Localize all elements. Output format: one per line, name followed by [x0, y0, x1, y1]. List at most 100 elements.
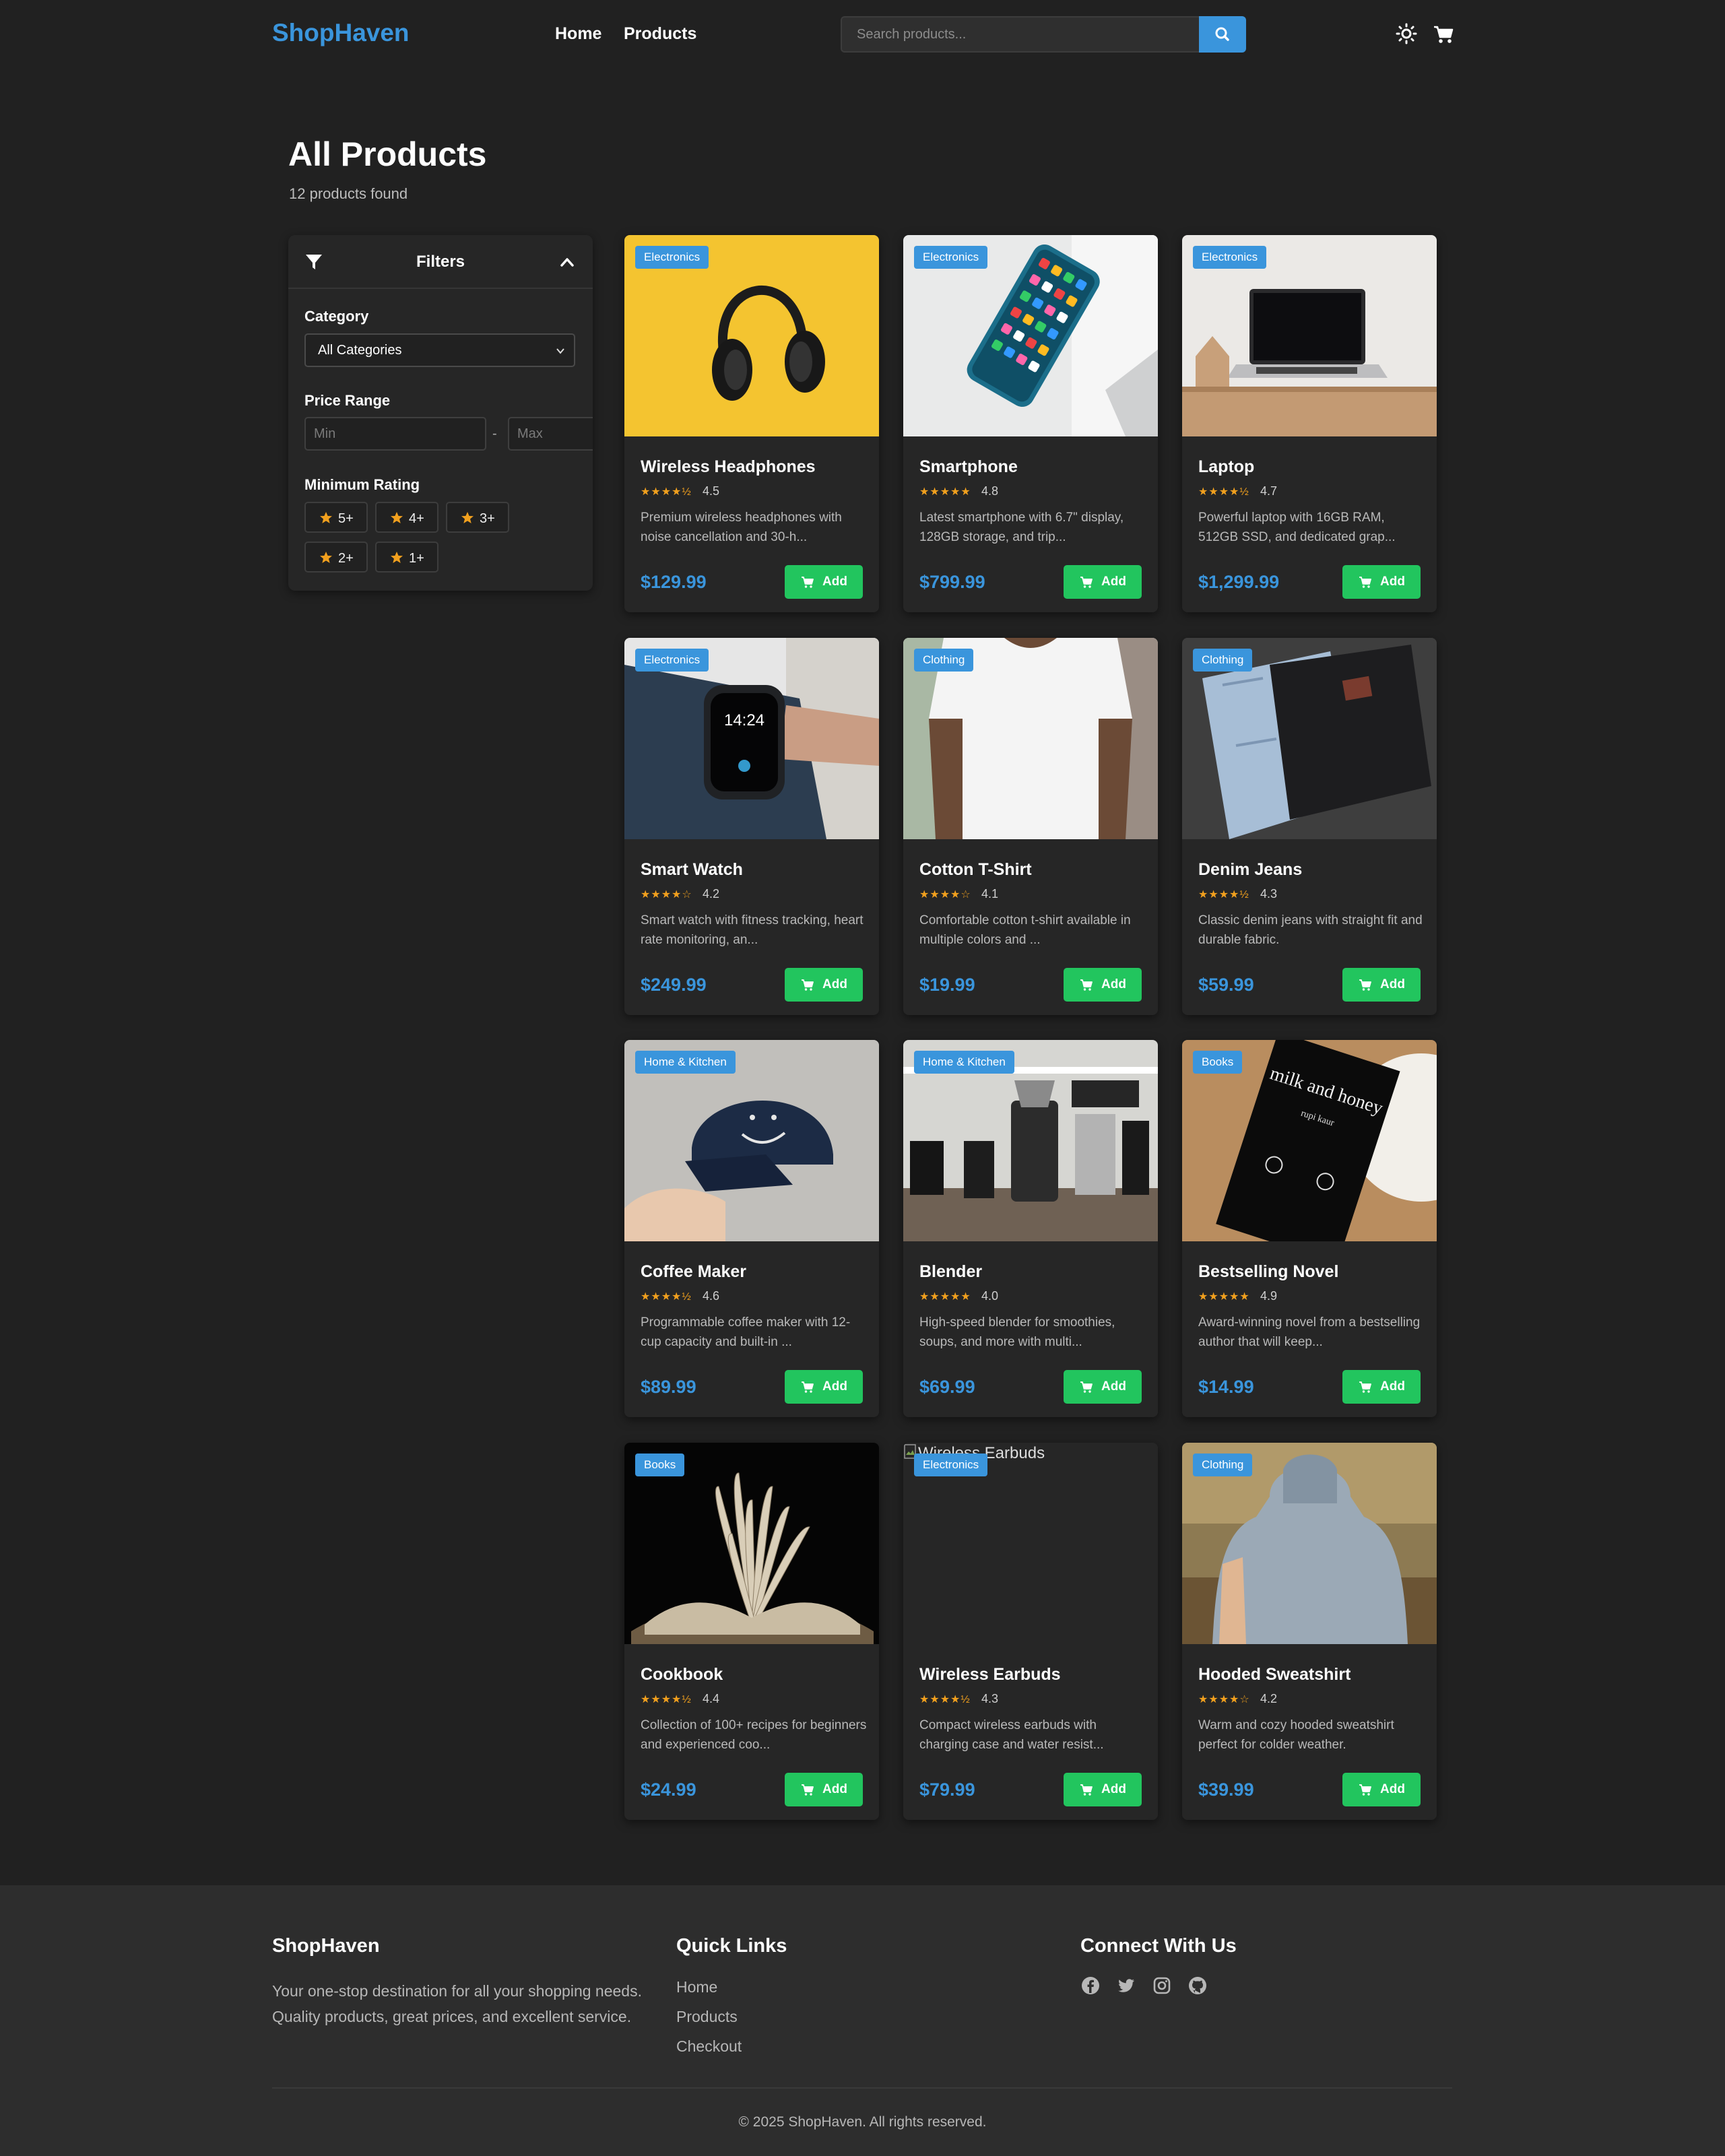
page-title: All Products — [288, 135, 487, 173]
add-to-cart-button[interactable]: Add — [1064, 565, 1142, 599]
product-card[interactable]: Electronics Laptop ★★★★½ 4.7 Powerful laptop… — [1182, 235, 1437, 612]
add-to-cart-button[interactable]: Add — [1342, 1370, 1421, 1404]
instagram-icon[interactable] — [1152, 1975, 1172, 1996]
add-to-cart-button[interactable]: Add — [785, 968, 863, 1002]
product-description: Comfortable cotton t-shirt available in … — [919, 913, 1131, 947]
product-description: Collection of 100+ recipes for beginners… — [641, 1718, 867, 1752]
product-price: $249.99 — [641, 975, 707, 995]
product-name[interactable]: Hooded Sweatshirt — [1198, 1665, 1350, 1685]
product-name[interactable]: Wireless Earbuds — [919, 1665, 1061, 1685]
shopping-cart-icon — [1359, 577, 1371, 588]
minimum-rating-label: Minimum Rating — [304, 476, 420, 493]
add-to-cart-button[interactable]: Add — [1342, 968, 1421, 1002]
add-to-cart-button[interactable]: Add — [1064, 1370, 1142, 1404]
star-rating-icon: ★★★★☆ — [641, 889, 692, 901]
product-card[interactable]: Home & Kitchen Blender ★★★★★ 4.0 High-speed … — [903, 1040, 1158, 1417]
product-name[interactable]: Coffee Maker — [641, 1262, 746, 1282]
product-description: Latest smartphone with 6.7" display, 128… — [919, 511, 1124, 544]
product-rating: 4.9 — [1260, 1289, 1278, 1303]
rating-filter-button[interactable]: 2+ — [304, 542, 368, 573]
product-name[interactable]: Cotton T-Shirt — [919, 860, 1032, 880]
product-name[interactable]: Denim Jeans — [1198, 860, 1302, 880]
product-card[interactable]: Books Cookbook ★★★★½ 4.4 Collection of 100+ … — [624, 1443, 879, 1820]
product-card[interactable]: Electronics Smartphone ★★★★★ 4.8 Latest smar… — [903, 235, 1158, 612]
navbar: ShopHaven Home Products — [0, 0, 1725, 70]
product-card[interactable]: Clothing Denim Jeans ★★★★½ 4.3 Classic denim… — [1182, 638, 1437, 1015]
cart-button[interactable] — [1431, 22, 1456, 46]
product-name[interactable]: Smartphone — [919, 457, 1018, 477]
product-name[interactable]: Cookbook — [641, 1665, 723, 1685]
product-name[interactable]: Laptop — [1198, 457, 1254, 477]
theme-toggle-button[interactable] — [1394, 22, 1419, 46]
product-price: $69.99 — [919, 1377, 975, 1397]
product-card[interactable]: Clothing Cotton T-Shirt ★★★★☆ 4.1 Comfortabl… — [903, 638, 1158, 1015]
add-to-cart-button[interactable]: Add — [785, 1773, 863, 1806]
product-name[interactable]: Wireless Headphones — [641, 457, 816, 477]
rating-filter-button[interactable]: 1+ — [375, 542, 438, 573]
product-card[interactable]: Electronics Wireless Headphones ★★★★½ 4.5 Pr… — [624, 235, 879, 612]
brand-logo[interactable]: ShopHaven — [272, 19, 410, 47]
rating-filter-label: 1+ — [409, 551, 424, 566]
product-description: Premium wireless headphones with noise c… — [641, 511, 842, 544]
product-price: $89.99 — [641, 1377, 696, 1397]
rating-filter-button[interactable]: 3+ — [446, 502, 509, 533]
product-rating: 4.3 — [981, 1692, 999, 1705]
add-button-label: Add — [1101, 977, 1126, 991]
facebook-icon[interactable] — [1080, 1975, 1101, 1996]
footer-link-checkout[interactable]: Checkout — [676, 2037, 742, 2056]
star-icon — [391, 512, 403, 523]
footer-link-products[interactable]: Products — [676, 2008, 738, 2026]
add-to-cart-button[interactable]: Add — [785, 1370, 863, 1404]
shopping-cart-icon — [1359, 1381, 1371, 1393]
category-badge: Home & Kitchen — [914, 1051, 1014, 1074]
footer-description: Your one-stop destination for all your s… — [272, 1982, 642, 2025]
price-range-label: Price Range — [304, 392, 391, 409]
shopping-cart-icon — [802, 1381, 814, 1393]
twitter-icon[interactable] — [1116, 1975, 1136, 1996]
add-to-cart-button[interactable]: Add — [1064, 968, 1142, 1002]
nav-link-home[interactable]: Home — [555, 24, 601, 44]
product-price: $24.99 — [641, 1779, 696, 1800]
chevron-up-icon[interactable] — [556, 251, 578, 273]
product-price: $799.99 — [919, 572, 985, 592]
category-badge: Electronics — [1193, 246, 1267, 269]
product-card[interactable]: Home & Kitchen Coffee Maker ★★★★½ 4.6 Progra… — [624, 1040, 879, 1417]
star-icon — [320, 512, 332, 523]
category-select[interactable]: All Categories — [304, 333, 575, 367]
star-icon — [320, 552, 332, 563]
search-button[interactable] — [1199, 16, 1246, 53]
product-card[interactable]: 14:24 Electronics Smart Watch ★★★★☆ 4.2 Smar… — [624, 638, 879, 1015]
add-to-cart-button[interactable]: Add — [1342, 1773, 1421, 1806]
product-name[interactable]: Smart Watch — [641, 860, 743, 880]
rating-filter-button[interactable]: 5+ — [304, 502, 368, 533]
product-name[interactable]: Bestselling Novel — [1198, 1262, 1338, 1282]
add-button-label: Add — [822, 1782, 847, 1796]
nav-link-products[interactable]: Products — [624, 24, 696, 44]
github-icon[interactable] — [1187, 1975, 1208, 1996]
product-card[interactable]: Wireless EarbudsElectronicsWireless Earb… — [903, 1443, 1158, 1820]
product-description: Award-winning novel from a bestselling a… — [1198, 1315, 1421, 1349]
footer-link-home[interactable]: Home — [676, 1978, 717, 1996]
product-name[interactable]: Blender — [919, 1262, 982, 1282]
star-rating-icon: ★★★★★ — [919, 1291, 971, 1303]
add-to-cart-button[interactable]: Add — [785, 565, 863, 599]
product-description: Warm and cozy hooded sweatshirt perfect … — [1198, 1718, 1394, 1752]
filters-header[interactable]: Filters — [288, 235, 593, 289]
price-max-input[interactable] — [508, 417, 593, 451]
price-min-input[interactable] — [304, 417, 486, 451]
category-badge: Clothing — [1193, 649, 1253, 672]
shopping-cart-icon — [802, 577, 814, 588]
product-rating: 4.2 — [703, 887, 720, 901]
add-to-cart-button[interactable]: Add — [1342, 565, 1421, 599]
watch-time: 14:24 — [724, 711, 764, 729]
product-card[interactable]: Clothing Hooded Sweatshirt ★★★★☆ 4.2 Warm an… — [1182, 1443, 1437, 1820]
category-badge: Electronics — [635, 246, 709, 269]
product-price: $59.99 — [1198, 975, 1254, 995]
product-card[interactable]: milk and honey rupi kaur Books Bestsellin… — [1182, 1040, 1437, 1417]
quick-links-title: Quick Links — [676, 1935, 787, 1957]
rating-filter-button[interactable]: 4+ — [375, 502, 438, 533]
shopping-cart-icon — [1080, 979, 1093, 991]
product-price: $14.99 — [1198, 1377, 1254, 1397]
search-input[interactable] — [841, 16, 1199, 53]
add-to-cart-button[interactable]: Add — [1064, 1773, 1142, 1806]
